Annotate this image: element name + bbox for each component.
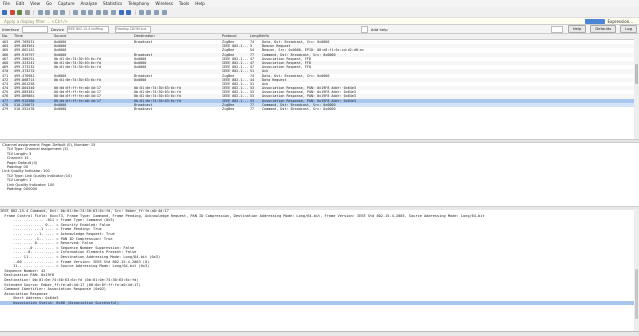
menu-item[interactable]: Statistics [100, 0, 125, 7]
cell-protocol: ZigBee [222, 107, 235, 111]
menu-bar: File Edit View Go Capture Analyze Statistics Te… [0, 0, 639, 7]
column-header-no[interactable]: No. [0, 34, 14, 39]
display-filter-bar: Apply a display filter ... <Ctrl-/> Expr… [0, 18, 639, 25]
scrollbar-thumb[interactable] [635, 269, 638, 319]
column-header-info[interactable]: Info [262, 34, 634, 39]
detail-tree-item[interactable]: Padding: 000000 [0, 187, 634, 191]
cell-info: Command, Dst: Broadcast, Src: 0x0000 [262, 107, 336, 111]
toolbar-separator [33, 9, 35, 15]
packet-rows: 463 499.769531 0x0000 Broadcast ZigBee 74 Data… [0, 40, 634, 111]
device-label: Device [51, 26, 64, 32]
menu-item[interactable]: Capture [55, 0, 78, 7]
cell-destination: Broadcast [134, 107, 153, 111]
scrollbar-thumb[interactable] [635, 64, 638, 84]
menu-item[interactable]: Tools [176, 0, 192, 7]
go-back-icon[interactable] [80, 9, 86, 15]
defaults-button[interactable]: Defaults [590, 25, 617, 33]
toolbar-separator [134, 9, 136, 15]
interface-toolbar: Interface Device IEEE 802.15.4 sniffing … [0, 25, 639, 34]
menu-item[interactable]: Help [192, 0, 208, 7]
menu-item[interactable]: View [27, 0, 43, 7]
help-button[interactable]: Help [567, 25, 587, 33]
last-packet-icon[interactable] [111, 9, 117, 15]
add-help-checkbox[interactable] [360, 25, 368, 33]
cell-length: 77 [250, 107, 255, 111]
menu-item[interactable]: Telephony [125, 0, 152, 7]
shark-fin-start-icon[interactable] [2, 9, 8, 15]
dissection-tree-item[interactable]: Association Status: 0x00 (Association Su… [0, 300, 634, 306]
toolbar-separator [68, 9, 70, 15]
close-file-icon[interactable] [52, 9, 58, 15]
save-file-icon[interactable] [45, 9, 51, 15]
cell-no: 479 [2, 107, 9, 111]
go-forward-icon[interactable] [88, 9, 94, 15]
dissection-scrollbar[interactable] [634, 209, 639, 331]
packet-details-tree: Channel assignment: Page: Default (0), N… [0, 143, 634, 213]
expression-button[interactable]: Expression... [607, 19, 633, 24]
cell-source: 0x0000 [54, 107, 67, 111]
column-header-source[interactable]: Source [54, 34, 134, 39]
go-to-packet-icon[interactable] [95, 9, 101, 15]
packet-list-scrollbar[interactable] [634, 34, 639, 139]
column-header-protocol[interactable]: Protocol [222, 34, 250, 39]
display-filter-input[interactable]: Apply a display filter ... <Ctrl-/> [0, 19, 585, 24]
menu-item[interactable]: Edit [13, 0, 27, 7]
packet-list: No. Time Source Destination Protocol Len… [0, 34, 634, 139]
interface-select[interactable] [22, 25, 48, 33]
stop-capture-icon[interactable] [9, 9, 15, 15]
column-header-length[interactable]: Length [250, 34, 262, 39]
status-bar [0, 331, 639, 336]
main-toolbar [0, 7, 639, 18]
zoom-out-icon[interactable] [146, 9, 152, 15]
menu-item[interactable]: Wireless [152, 0, 176, 7]
first-packet-icon[interactable] [103, 9, 109, 15]
find-packet-icon[interactable] [73, 9, 79, 15]
menu-item[interactable]: File [0, 0, 13, 7]
menu-item[interactable]: Analyze [78, 0, 101, 7]
channel-select[interactable]: Fdadlog CDOM bus [115, 25, 151, 33]
reload-icon[interactable] [60, 9, 66, 15]
autoscroll-icon[interactable] [118, 9, 124, 15]
device-select[interactable]: IEEE 802.15.4 sniffing devices [67, 25, 109, 33]
packet-row[interactable]: 479 510.552478 0x0000 Broadcast ZigBee 77 Comm… [0, 107, 634, 111]
column-header-time[interactable]: Time [14, 34, 54, 39]
cell-time: 510.552478 [14, 107, 35, 111]
apply-filter-button[interactable] [585, 18, 606, 24]
restart-capture-icon[interactable] [17, 9, 23, 15]
colorize-icon[interactable] [126, 9, 132, 15]
column-header-destination[interactable]: Destination [134, 34, 222, 39]
add-help-label: Add help [370, 26, 388, 32]
interface-label: Interface [2, 26, 19, 32]
menu-item[interactable]: Go [43, 0, 55, 7]
packet-dissection-pane: IEEE 802.15.4 Command, Dst: 0b:01:0e:74:… [0, 209, 634, 331]
zoom-in-icon[interactable] [138, 9, 144, 15]
open-file-icon[interactable] [37, 9, 43, 15]
log-field[interactable] [550, 25, 563, 33]
capture-options-icon[interactable] [25, 9, 31, 15]
log-button[interactable]: Log [620, 25, 637, 33]
resize-columns-icon[interactable] [161, 9, 167, 15]
normal-size-icon[interactable] [153, 9, 159, 15]
